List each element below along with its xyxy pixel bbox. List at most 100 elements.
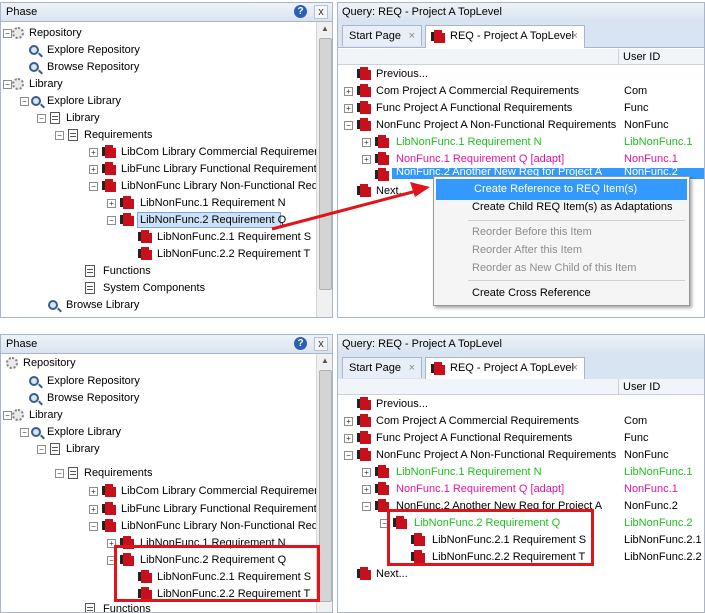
collapse-icon[interactable]: − bbox=[37, 445, 46, 454]
requirement-icon bbox=[357, 397, 371, 410]
query-title: Query: REQ - Project A TopLevel bbox=[342, 338, 502, 350]
collapse-icon[interactable]: − bbox=[362, 502, 371, 511]
tree-item-browse-repository[interactable]: Browse Repository bbox=[1, 390, 317, 406]
tree-item-label: Requirements bbox=[84, 467, 153, 479]
highlight-box-library bbox=[114, 545, 320, 602]
tab-label: Start Page bbox=[349, 362, 401, 374]
tree-item-repository[interactable]: Repository bbox=[1, 355, 317, 371]
requirement-icon bbox=[357, 448, 371, 461]
row-name: Next... bbox=[376, 568, 408, 580]
expand-icon[interactable]: + bbox=[344, 417, 353, 426]
row-previous[interactable]: Previous... bbox=[338, 396, 704, 412]
tree-item-libfunc[interactable]: + LibFunc Library Functional Requirement… bbox=[1, 501, 322, 517]
requirement-icon bbox=[431, 362, 445, 375]
library-icon bbox=[85, 603, 95, 612]
tab-bar: Start Page × REQ - Project A TopLevel × bbox=[338, 353, 704, 380]
query-header: Query: REQ - Project A TopLevel bbox=[338, 335, 704, 354]
tree-item-libcom[interactable]: + LibCom Library Commercial Requirements bbox=[1, 483, 329, 499]
tree-item-label: LibNonFunc Library Non-Functional Requir… bbox=[121, 520, 332, 532]
tree-item-label: Library bbox=[66, 443, 100, 455]
bottom-query-panel: Query: REQ - Project A TopLevel Start Pa… bbox=[337, 334, 705, 613]
phase-title: Phase bbox=[6, 338, 38, 350]
tree-item-library[interactable]: − Library bbox=[1, 407, 317, 423]
row-next[interactable]: Next... bbox=[338, 566, 704, 582]
tree-item-label: Explore Library bbox=[47, 426, 121, 438]
row-user-id: LibNonFunc.2.2 bbox=[624, 551, 702, 563]
row-name: Com Project A Commercial Requirements bbox=[376, 415, 579, 427]
collapse-icon[interactable]: − bbox=[3, 411, 12, 420]
tree-item-libnonfunc[interactable]: − LibNonFunc Library Non-Functional Requ… bbox=[1, 518, 332, 534]
drag-arrow-head bbox=[410, 182, 430, 197]
row-nonfunc-1[interactable]: + NonFunc.1 Requirement Q [adapt] NonFun… bbox=[338, 481, 704, 497]
row-user-id: Com bbox=[624, 415, 648, 427]
row-libnonfunc-1[interactable]: + LibNonFunc.1 Requirement N LibNonFunc.… bbox=[338, 464, 704, 480]
collapse-icon[interactable]: − bbox=[20, 428, 29, 437]
row-func[interactable]: + Func Project A Functional Requirements… bbox=[338, 430, 704, 446]
column-header-user-id[interactable]: User ID bbox=[618, 379, 704, 395]
requirement-icon bbox=[102, 502, 116, 515]
collapse-icon[interactable]: − bbox=[89, 522, 98, 531]
collapse-icon[interactable]: − bbox=[55, 469, 64, 478]
tree-item-label: Browse Repository bbox=[47, 392, 140, 404]
highlight-box-query bbox=[387, 509, 594, 566]
expand-icon[interactable]: + bbox=[362, 485, 371, 494]
requirement-icon bbox=[375, 465, 389, 478]
drag-arrow-line bbox=[271, 187, 425, 231]
row-user-id: NonFunc bbox=[624, 449, 669, 461]
expand-icon[interactable]: + bbox=[89, 505, 98, 514]
expand-icon[interactable]: + bbox=[89, 487, 98, 496]
requirement-icon bbox=[357, 431, 371, 444]
phase-header: Phase ? x bbox=[1, 335, 332, 354]
gear-icon bbox=[6, 357, 18, 369]
help-icon[interactable]: ? bbox=[294, 337, 307, 350]
tab-start-page[interactable]: Start Page × bbox=[342, 357, 422, 378]
tree-item-label: Explore Repository bbox=[47, 375, 140, 387]
tab-close-icon[interactable]: × bbox=[409, 358, 415, 378]
row-user-id: Func bbox=[624, 432, 649, 444]
magnifier-icon bbox=[29, 376, 39, 386]
scroll-up-arrow[interactable]: ▲ bbox=[317, 354, 332, 368]
gear-icon bbox=[12, 409, 24, 421]
row-name: Previous... bbox=[376, 398, 428, 410]
row-name: LibNonFunc.1 Requirement N bbox=[396, 466, 542, 478]
tree-item-requirements[interactable]: − Requirements bbox=[1, 465, 317, 481]
close-icon[interactable]: x bbox=[314, 337, 328, 351]
requirement-icon bbox=[102, 484, 116, 497]
tree-item-label: Library bbox=[29, 409, 63, 421]
tree-item-label: LibCom Library Commercial Requirements bbox=[121, 485, 329, 497]
tree-item-functions[interactable]: Functions bbox=[1, 601, 317, 613]
library-icon bbox=[68, 467, 78, 479]
expand-icon[interactable]: + bbox=[362, 468, 371, 477]
requirement-icon bbox=[357, 567, 371, 580]
tab-label: REQ - Project A TopLevel bbox=[450, 362, 574, 374]
tree-item-library-folder[interactable]: − Library bbox=[1, 441, 317, 457]
row-user-id: LibNonFunc.2.1 bbox=[624, 534, 702, 546]
library-icon bbox=[50, 443, 60, 455]
collapse-icon[interactable]: − bbox=[344, 451, 353, 460]
row-user-id: LibNonFunc.2 bbox=[624, 517, 693, 529]
tree-item-explore-library[interactable]: − Explore Library bbox=[1, 424, 317, 440]
column-label: User ID bbox=[623, 381, 661, 393]
row-user-id: NonFunc.2 bbox=[624, 500, 678, 512]
magnifier-icon bbox=[29, 393, 39, 403]
expand-icon[interactable]: + bbox=[344, 434, 353, 443]
tree-item-label: Functions bbox=[103, 603, 151, 613]
requirement-icon bbox=[375, 482, 389, 495]
column-header-name[interactable] bbox=[338, 379, 618, 395]
row-nonfunc[interactable]: − NonFunc Project A Non-Functional Requi… bbox=[338, 447, 704, 463]
row-com[interactable]: + Com Project A Commercial Requirements … bbox=[338, 413, 704, 429]
row-name: NonFunc.1 Requirement Q [adapt] bbox=[396, 483, 565, 495]
tab-req-project[interactable]: REQ - Project A TopLevel × bbox=[425, 357, 585, 380]
magnifier-icon bbox=[31, 427, 41, 437]
row-user-id: LibNonFunc.1 bbox=[624, 466, 693, 478]
row-name: Func Project A Functional Requirements bbox=[376, 432, 573, 444]
requirement-icon bbox=[102, 519, 116, 532]
requirement-icon bbox=[357, 414, 371, 427]
scroll-thumb[interactable] bbox=[319, 370, 332, 602]
tree-item-label: Repository bbox=[23, 357, 76, 369]
tab-close-icon[interactable]: × bbox=[572, 358, 578, 378]
tree-item-explore-repository[interactable]: Explore Repository bbox=[1, 373, 317, 389]
row-user-id: NonFunc.1 bbox=[624, 483, 678, 495]
row-name: NonFunc Project A Non-Functional Require… bbox=[376, 449, 617, 461]
tree-item-label: LibFunc Library Functional Requirements bbox=[121, 503, 323, 515]
